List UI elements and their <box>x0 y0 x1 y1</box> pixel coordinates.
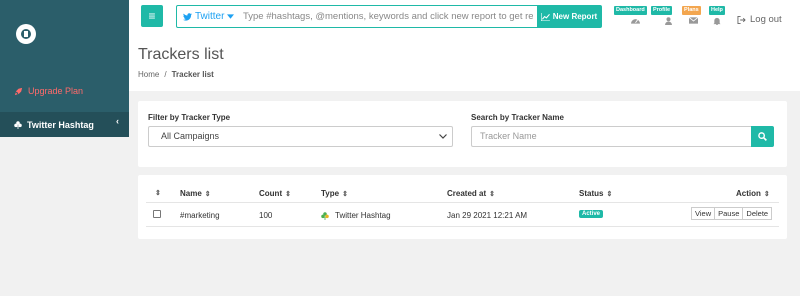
sidebar-panel: Upgrade Plan Twitter Hashtag ‹ <box>0 0 129 137</box>
sidebar: Upgrade Plan Twitter Hashtag ‹ <box>0 0 129 296</box>
sidebar-empty-area <box>0 137 129 296</box>
chart-icon <box>540 12 550 21</box>
cell-created: Jan 29 2021 12:21 AM <box>447 211 528 220</box>
tracker-type-select[interactable]: All Campaigns <box>148 126 453 147</box>
sort-icon: ⇕ <box>155 190 161 197</box>
plans-badge: Plans <box>682 6 701 15</box>
tracker-name-input[interactable]: Tracker Name <box>471 126 751 147</box>
breadcrumb-current: Tracker list <box>171 70 214 79</box>
new-report-label: New Report <box>552 12 598 21</box>
clover-icon <box>321 211 329 220</box>
rocket-icon <box>14 87 23 95</box>
platform-dropdown[interactable]: Twitter <box>183 6 235 27</box>
filter-card: Filter by Tracker Type All Campaigns Sea… <box>138 101 787 167</box>
platform-label: Twitter <box>195 11 225 22</box>
tracker-name-label: Search by Tracker Name <box>471 113 564 122</box>
profile-badge: Profile <box>651 6 673 15</box>
sidebar-item-twitter-hashtag[interactable]: Twitter Hashtag ‹ <box>0 112 129 137</box>
clover-icon <box>14 120 22 129</box>
row-actions: View Pause Delete <box>691 207 773 220</box>
sort-icon: ⇕ <box>342 190 348 198</box>
breadcrumb-separator: / <box>164 70 167 79</box>
pause-button[interactable]: Pause <box>714 207 744 220</box>
dashboard-badge: Dashboard <box>614 6 647 15</box>
column-header-created[interactable]: Created at ⇕ <box>447 189 495 198</box>
caret-down-icon <box>227 14 235 19</box>
column-header-action[interactable]: Action ⇕ <box>736 189 770 198</box>
help-badge: Help <box>709 6 725 15</box>
search-input[interactable] <box>243 9 533 24</box>
column-header-status[interactable]: Status ⇕ <box>579 189 612 198</box>
bell-icon[interactable] <box>713 17 721 25</box>
sort-icon: ⇕ <box>285 190 291 198</box>
cell-type-label: Twitter Hashtag <box>335 211 391 220</box>
select-all-sort[interactable]: ⇕ <box>155 189 161 197</box>
upgrade-plan-label: Upgrade Plan <box>28 86 84 96</box>
logout-label: Log out <box>750 14 782 25</box>
dashboard-icon[interactable] <box>631 17 640 24</box>
logout-icon <box>737 15 746 24</box>
sort-icon: ⇕ <box>606 190 613 198</box>
page-title: Trackers list <box>138 46 224 63</box>
logo-icon[interactable] <box>16 24 36 44</box>
page-header: Trackers list Home / Tracker list <box>129 34 800 91</box>
checkbox-icon[interactable] <box>153 210 161 218</box>
sort-icon: ⇕ <box>763 190 770 198</box>
row-divider <box>146 226 779 227</box>
cell-count: 100 <box>259 211 273 220</box>
column-header-name[interactable]: Name ⇕ <box>180 189 211 198</box>
view-button[interactable]: View <box>691 207 716 220</box>
trackers-table: ⇕ Name ⇕ Count ⇕ Type ⇕ Created at ⇕ Status ⇕… <box>138 175 787 239</box>
breadcrumb: Home / Tracker list <box>138 70 214 79</box>
status-badge: Active <box>579 210 604 218</box>
header-divider <box>146 202 779 203</box>
chevron-down-icon <box>439 134 447 139</box>
top-navbar: ≡ Twitter New Report Dashboard Profile P… <box>129 0 800 34</box>
sort-icon: ⇕ <box>489 190 495 198</box>
sort-icon: ⇕ <box>204 190 211 198</box>
breadcrumb-home[interactable]: Home <box>138 70 159 79</box>
tracker-search-button[interactable] <box>751 126 774 147</box>
logout-button[interactable]: Log out <box>737 14 782 25</box>
user-icon[interactable] <box>665 17 672 25</box>
twitter-icon <box>183 12 192 21</box>
delete-button[interactable]: Delete <box>742 207 773 220</box>
chevron-left-icon[interactable]: ‹ <box>116 116 119 126</box>
column-header-count[interactable]: Count ⇕ <box>259 189 291 198</box>
tracker-type-label: Filter by Tracker Type <box>148 113 231 122</box>
cell-type: Twitter Hashtag <box>321 211 391 220</box>
envelope-icon[interactable] <box>689 17 698 24</box>
menu-icon[interactable]: ≡ <box>141 5 163 27</box>
tracker-type-value: All Campaigns <box>161 131 220 141</box>
cell-name: #marketing <box>180 211 220 220</box>
sidebar-item-label: Twitter Hashtag <box>27 119 94 130</box>
column-header-type[interactable]: Type ⇕ <box>321 189 348 198</box>
search-icon <box>758 132 767 141</box>
new-report-button[interactable]: New Report <box>537 6 601 27</box>
report-search-bar: Twitter New Report <box>176 5 602 28</box>
upgrade-plan-link[interactable]: Upgrade Plan <box>14 86 83 96</box>
